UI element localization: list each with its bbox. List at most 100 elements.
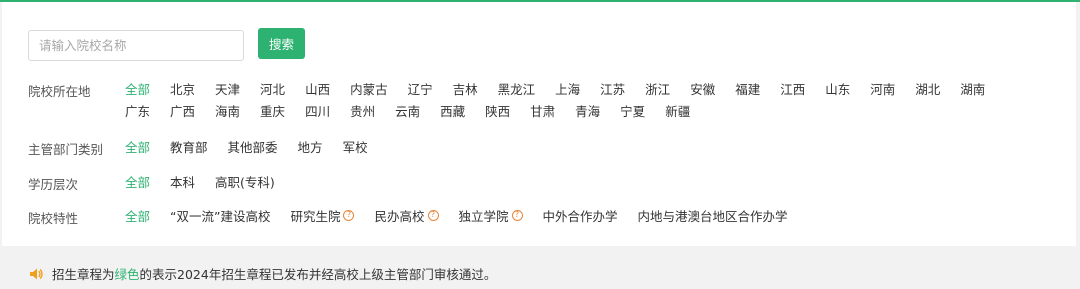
help-icon[interactable]: ? [343, 209, 355, 221]
location-option[interactable]: 全部 [125, 79, 150, 98]
location-option[interactable]: 云南 [395, 101, 420, 120]
location-option-label: 北京 [170, 81, 196, 97]
location-option[interactable]: 辽宁 [408, 79, 433, 98]
feature-option[interactable]: 内地与港澳台地区合作办学 [638, 206, 788, 225]
authority-filter-label: 主管部门类别 [28, 142, 104, 157]
location-option[interactable]: 西藏 [440, 101, 465, 120]
location-option-label: 广西 [170, 103, 196, 119]
location-option-label: 青海 [575, 103, 601, 119]
location-option[interactable]: 海南 [215, 101, 240, 120]
location-option[interactable]: 甘肃 [530, 101, 555, 120]
level-option[interactable]: 全部 [125, 172, 150, 191]
authority-option[interactable]: 全部 [125, 137, 150, 156]
notice-prefix: 招生章程为 [52, 267, 115, 282]
location-option-label: 山东 [825, 81, 851, 97]
school-search-input[interactable] [28, 30, 244, 61]
authority-options: 全部 教育部 其他部委 地方 军校 [125, 135, 1025, 157]
feature-option[interactable]: 中外合作办学 [543, 206, 618, 225]
location-option[interactable]: 陕西 [485, 101, 510, 120]
authority-option-label: 军校 [342, 139, 368, 155]
location-option[interactable]: 四川 [305, 101, 330, 120]
location-option[interactable]: 广西 [170, 101, 195, 120]
authority-options-line: 全部 教育部 其他部委 地方 军校 [125, 135, 1025, 157]
location-option[interactable]: 新疆 [665, 101, 690, 120]
feature-option[interactable]: 独立学院? [459, 206, 523, 225]
location-option[interactable]: 江苏 [600, 79, 625, 98]
feature-option-label: 中外合作办学 [542, 208, 618, 224]
help-icon[interactable]: ? [511, 209, 523, 221]
location-option[interactable]: 重庆 [260, 101, 285, 120]
search-button[interactable]: 搜索 [258, 28, 305, 59]
location-option-label: 贵州 [350, 103, 376, 119]
help-icon[interactable]: ? [427, 209, 439, 221]
location-option[interactable]: 北京 [170, 79, 195, 98]
level-option[interactable]: 本科 [170, 172, 195, 191]
location-option-label: 广东 [125, 103, 151, 119]
feature-option[interactable]: 全部 [125, 206, 150, 225]
location-option[interactable]: 福建 [735, 79, 760, 98]
location-option[interactable]: 天津 [215, 79, 240, 98]
location-option-label: 甘肃 [530, 103, 556, 119]
location-filter-label: 院校所在地 [28, 84, 91, 99]
location-option-label: 上海 [555, 81, 581, 97]
speaker-icon [30, 268, 43, 279]
authority-option[interactable]: 教育部 [170, 137, 208, 156]
location-option[interactable]: 内蒙古 [350, 79, 388, 98]
level-option-label: 本科 [170, 174, 196, 190]
location-option[interactable]: 上海 [555, 79, 580, 98]
location-option[interactable]: 吉林 [453, 79, 478, 98]
location-option-label: 四川 [305, 103, 331, 119]
location-option-label: 吉林 [452, 81, 478, 97]
authority-option[interactable]: 地方 [298, 137, 323, 156]
authority-option[interactable]: 军校 [343, 137, 368, 156]
location-option[interactable]: 湖南 [960, 79, 985, 98]
location-option-label: 宁夏 [620, 103, 646, 119]
authority-option-label: 地方 [297, 139, 323, 155]
authority-option-label: 教育部 [170, 139, 208, 155]
location-option-label: 河北 [260, 81, 286, 97]
location-option-label: 湖北 [915, 81, 941, 97]
location-option-label: 内蒙古 [350, 81, 388, 97]
location-option-label: 新疆 [665, 103, 691, 119]
feature-option-label: 内地与港澳台地区合作办学 [637, 208, 788, 224]
location-option-label: 西藏 [440, 103, 466, 119]
location-option[interactable]: 山西 [305, 79, 330, 98]
feature-option[interactable]: “双一流”建设高校 [170, 206, 270, 225]
location-option-label: 全部 [125, 81, 151, 97]
location-option[interactable]: 广东 [125, 101, 150, 120]
level-filter-label: 学历层次 [28, 177, 79, 192]
location-option[interactable]: 贵州 [350, 101, 375, 120]
feature-option[interactable]: 研究生院? [290, 206, 355, 225]
location-option-label: 江西 [780, 81, 806, 97]
feature-option-label: 研究生院 [290, 208, 341, 224]
location-option[interactable]: 浙江 [645, 79, 670, 98]
location-option[interactable]: 黑龙江 [498, 79, 536, 98]
location-option-label: 福建 [735, 81, 761, 97]
location-option-label: 云南 [395, 103, 421, 119]
feature-options-line: 全部 “双一流”建设高校 研究生院? 民办高校? 独立学院? 中外合作办学 内地与港澳台地区… [125, 204, 1025, 226]
authority-option[interactable]: 其他部委 [228, 137, 278, 156]
feature-option[interactable]: 民办高校? [374, 206, 439, 225]
location-option[interactable]: 河北 [260, 79, 285, 98]
level-option[interactable]: 高职(专科) [215, 172, 275, 191]
location-options-line2: 广东 广西 海南 重庆 四川 贵州 云南 西藏 陕西 甘肃 青海 宁夏 新疆 [125, 99, 1025, 121]
location-option-label: 安徽 [690, 81, 716, 97]
location-options: 全部 北京 天津 河北 山西 内蒙古 辽宁 吉林 黑龙江 上海 江苏 浙江 安徽 福建 江西 山东 河南 湖北 湖南… [125, 77, 1025, 121]
notice-bar: 招生章程为 绿色 的表示2024年招生章程已发布并经高校上级主管部门审核通过。 [28, 264, 496, 283]
location-option[interactable]: 宁夏 [620, 101, 645, 120]
authority-option-label: 其他部委 [227, 139, 278, 155]
feature-filter-label: 院校特性 [28, 211, 79, 226]
level-option-label: 全部 [125, 174, 151, 190]
location-option[interactable]: 青海 [575, 101, 600, 120]
location-option[interactable]: 安徽 [690, 79, 715, 98]
location-option-label: 河南 [870, 81, 896, 97]
location-option[interactable]: 江西 [780, 79, 805, 98]
location-option[interactable]: 湖北 [915, 79, 940, 98]
location-option-label: 陕西 [485, 103, 511, 119]
location-option[interactable]: 河南 [870, 79, 895, 98]
feature-option-label: 独立学院 [458, 208, 509, 224]
location-option[interactable]: 山东 [825, 79, 850, 98]
notice-highlight: 绿色 [114, 267, 140, 282]
feature-options: 全部 “双一流”建设高校 研究生院? 民办高校? 独立学院? 中外合作办学 内地与港澳台地区… [125, 204, 1025, 226]
level-option-label: 高职(专科) [215, 174, 275, 190]
